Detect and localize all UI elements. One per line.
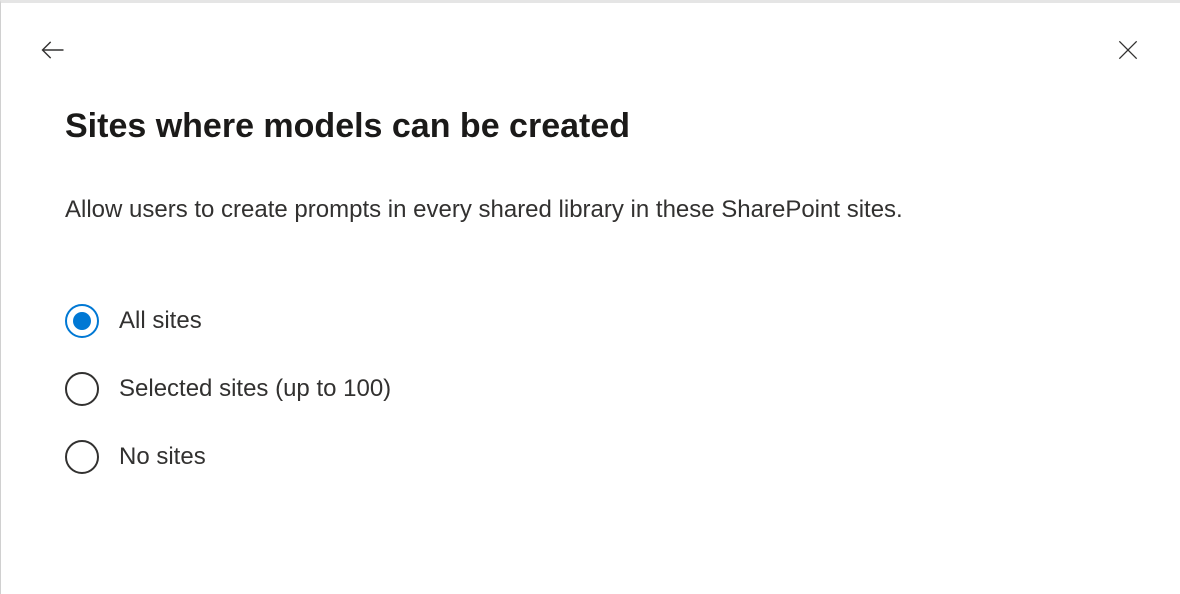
back-button[interactable] <box>37 35 69 67</box>
sites-radio-group: All sites Selected sites (up to 100) No … <box>65 304 1116 474</box>
radio-option-selected-sites[interactable]: Selected sites (up to 100) <box>65 372 1116 406</box>
radio-indicator <box>65 304 99 338</box>
radio-indicator <box>65 440 99 474</box>
close-button[interactable] <box>1112 35 1144 67</box>
radio-dot-icon <box>73 312 91 330</box>
radio-label: No sites <box>119 443 206 471</box>
page-description: Allow users to create prompts in every s… <box>65 196 1116 224</box>
radio-option-all-sites[interactable]: All sites <box>65 304 1116 338</box>
close-icon <box>1115 37 1141 66</box>
radio-label: All sites <box>119 307 202 335</box>
radio-option-no-sites[interactable]: No sites <box>65 440 1116 474</box>
radio-indicator <box>65 372 99 406</box>
page-title: Sites where models can be created <box>65 107 1116 146</box>
arrow-left-icon <box>39 36 67 67</box>
radio-label: Selected sites (up to 100) <box>119 375 391 403</box>
